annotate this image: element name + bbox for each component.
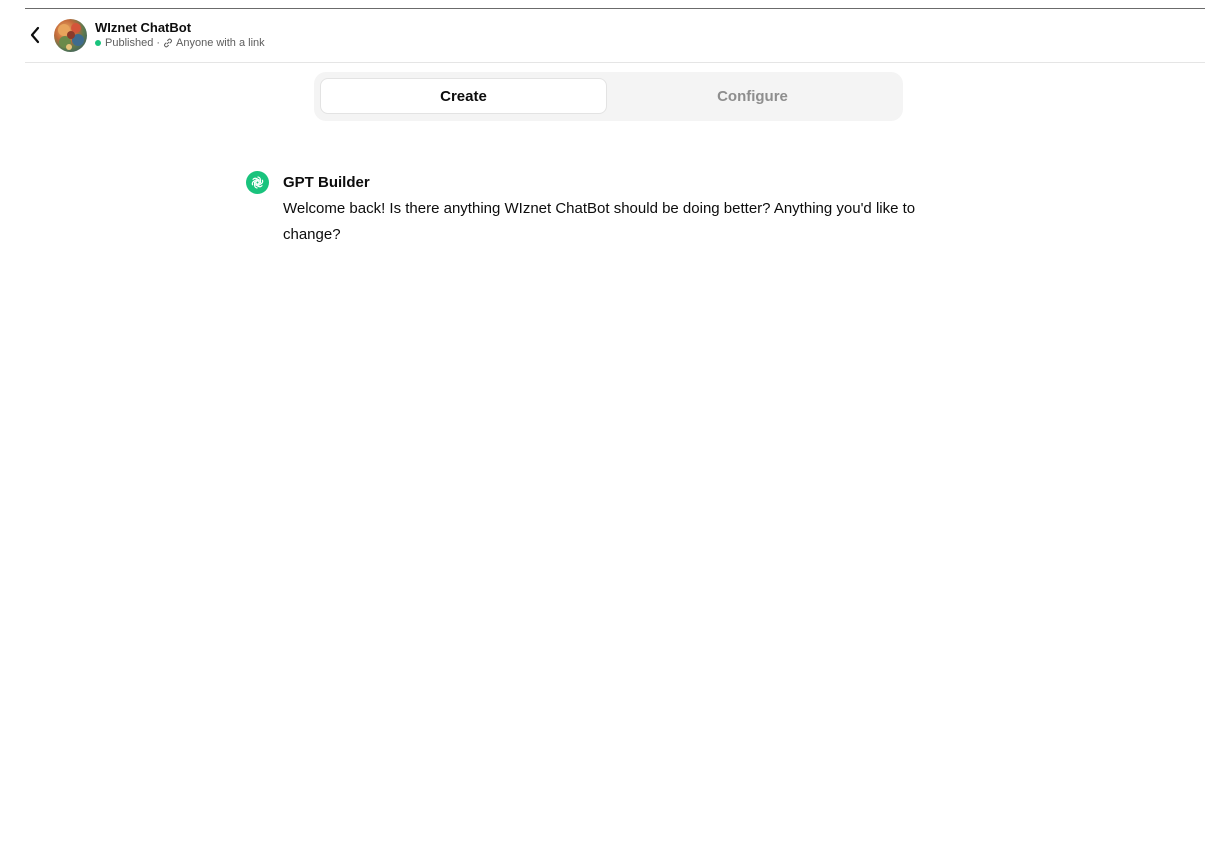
gpt-avatar	[54, 19, 87, 52]
status-dot-icon	[95, 40, 101, 46]
openai-logo-icon	[246, 171, 269, 194]
back-button[interactable]	[25, 23, 45, 47]
publish-status: Published	[105, 37, 154, 49]
header-bar: WIznet ChatBot Published · Anyone with a…	[25, 9, 1205, 63]
tab-configure[interactable]: Configure	[609, 78, 896, 114]
mode-tabs: Create Configure	[314, 72, 903, 121]
message-text: Welcome back! Is there anything WIznet C…	[283, 200, 916, 243]
chevron-left-icon	[30, 26, 40, 44]
visibility-setting: Anyone with a link	[176, 37, 265, 49]
gpt-title-block: WIznet ChatBot Published · Anyone with a…	[95, 20, 265, 50]
message-sender: GPT Builder	[283, 174, 370, 191]
gpt-editor-page: WIznet ChatBot Published · Anyone with a…	[0, 0, 1214, 852]
gpt-name: WIznet ChatBot	[95, 20, 192, 35]
link-icon	[163, 38, 173, 48]
status-separator: ·	[156, 37, 160, 49]
tab-create[interactable]: Create	[320, 78, 607, 114]
publish-status-line: Published · Anyone with a link	[95, 36, 265, 50]
